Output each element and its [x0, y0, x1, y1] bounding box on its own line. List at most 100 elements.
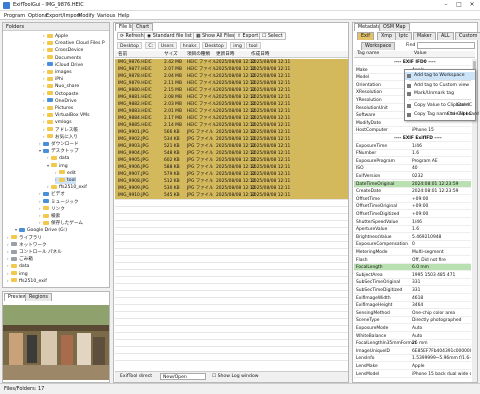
metadata-row[interactable]: ExifVersion 0232: [354, 173, 471, 180]
breadcrumb-item[interactable]: Desktop: [201, 42, 227, 49]
col-type[interactable]: 項目の種類: [187, 51, 210, 57]
breadcrumb-item[interactable]: Desktop: [117, 42, 142, 49]
metadata-row[interactable]: SensingMethod One-chip color area: [354, 310, 471, 317]
tab-chart[interactable]: Chart: [132, 23, 154, 31]
folder-tree-item[interactable]: › OneDrive: [43, 98, 77, 105]
file-row[interactable]: IMG_9881.HEIC 2.08 MB HEIC ファイル 2025/08/08 …: [115, 94, 348, 101]
file-row[interactable]: IMG_9904.JPG 548 KB JPG ファイル 2025/08/08 12:…: [115, 150, 348, 157]
metadata-row[interactable]: LensInfo 1.5399999~5.96mm f/1.6~2.4: [354, 355, 471, 363]
tab-regions[interactable]: Regions: [25, 293, 52, 301]
metadata-row[interactable]: BrightnessValue 5.469210948: [354, 234, 471, 241]
breadcrumb-item[interactable]: tool: [245, 42, 261, 49]
metadata-row[interactable]: SceneType Directly photographed: [354, 317, 471, 325]
metadata-row[interactable]: HostComputer iPhone 15: [354, 127, 471, 135]
file-row[interactable]: IMG_9906.JPG 588 KB JPG ファイル 2025/08/08 12:…: [115, 164, 348, 171]
folder-tree-item[interactable]: › CrossDevice: [43, 47, 83, 54]
menu-various[interactable]: Various: [97, 13, 115, 19]
file-row[interactable]: IMG_9885.HEIC 2.14 MB HEIC ファイル 2025/08/08 …: [115, 122, 348, 129]
file-row[interactable]: IMG_9876.HEIC 2.42 MB HEIC ファイル 2025/08/08 …: [115, 59, 348, 66]
file-row[interactable]: IMG_9910.JPG 545 KB JPG ファイル 2025/08/08 12:…: [115, 192, 348, 199]
metadata-row[interactable]: FocalLengthIn35mmFormat 26 mm: [354, 340, 471, 348]
metadata-row[interactable]: WhiteBalance Auto: [354, 333, 471, 340]
standard-file-list-button[interactable]: ◉ Standard file list: [144, 32, 195, 40]
folder-tree-item[interactable]: › ビデオ: [39, 191, 65, 198]
folder-tree-item[interactable]: › ダウンロード: [39, 141, 79, 148]
file-row[interactable]: IMG_9903.JPG 521 KB JPG ファイル 2025/08/08 12:…: [115, 143, 348, 150]
menu-help[interactable]: Help: [118, 13, 129, 19]
file-row[interactable]: IMG_9909.JPG 530 KB JPG ファイル 2025/08/08 12:…: [115, 185, 348, 192]
metadata-row[interactable]: ExposureProgram Program AE: [354, 158, 471, 165]
metadata-row[interactable]: FNumber 1.6: [354, 150, 471, 158]
metadata-row[interactable]: DateTimeOriginal 2024:08:01 12:23:59: [354, 180, 471, 188]
tab-osm-map[interactable]: OSM Map: [379, 23, 410, 31]
folder-tree-item[interactable]: › リンク: [39, 206, 65, 213]
col-size[interactable]: サイズ: [164, 51, 178, 57]
context-menu-item[interactable]: Copy Tag name to Clipboard Ctrl+Alt+C: [405, 111, 479, 119]
breadcrumb-item[interactable]: hnaks: [179, 42, 200, 49]
folder-tree-item[interactable]: › img: [7, 271, 28, 278]
folder-tree-item[interactable]: › Pictures: [43, 105, 73, 112]
folder-tree-item[interactable]: › images: [43, 69, 72, 76]
folder-tree-item[interactable]: › data: [7, 263, 29, 270]
folder-tree-item[interactable]: › vmlogs: [43, 119, 72, 126]
context-menu-item[interactable]: Mark/Unmark tag: [405, 90, 475, 98]
metadata-row[interactable]: FocalLength 6.0 mm: [354, 264, 471, 272]
subtab-iptc[interactable]: Iptc: [395, 32, 412, 40]
tab-workspace[interactable]: Workspace: [361, 42, 396, 50]
col-tag-name[interactable]: Tag name: [357, 51, 379, 56]
metadata-row[interactable]: LensModel iPhone 15 back dual wide ca: [354, 371, 471, 378]
folder-tree-item[interactable]: › ネットワーク: [7, 242, 47, 249]
show-log-checkbox[interactable]: ☐ Show Log window: [212, 374, 259, 379]
folder-tree-item[interactable]: ▾ デスクトップ: [39, 148, 79, 155]
file-row[interactable]: IMG_9901.JPG 566 KB JPG ファイル 2025/08/08 12:…: [115, 129, 348, 136]
metadata-row[interactable]: ExposureMode Auto: [354, 325, 471, 332]
col-name[interactable]: 名前: [118, 51, 127, 57]
folder-tree-item[interactable]: › tool: [55, 177, 76, 184]
menu-modify[interactable]: Modify: [78, 13, 95, 19]
metadata-row[interactable]: ExposureCompensation 0: [354, 241, 471, 249]
col-value[interactable]: Value: [414, 51, 427, 56]
folder-tree-item[interactable]: › iCloud Drive: [43, 62, 83, 69]
folder-tree-item[interactable]: › edit: [55, 170, 76, 177]
folder-tree-item[interactable]: › data: [47, 155, 69, 162]
metadata-row[interactable]: ApertureValue 1.6: [354, 226, 471, 234]
metadata-row[interactable]: CreateDate 2024:08:01 12:23:59: [354, 188, 471, 196]
close-button[interactable]: ✕: [466, 1, 478, 9]
folder-tree-item[interactable]: › VirtualBox VMs: [43, 112, 90, 119]
metadata-row[interactable]: SubjectArea 1995 1503 485 471: [354, 272, 471, 279]
menu-program[interactable]: Program: [4, 13, 25, 19]
metadata-section-header[interactable]: ---- EXIF IFD0 ----: [354, 59, 471, 66]
folder-tree-item[interactable]: › コントロール パネル: [7, 249, 62, 256]
subtab-xmp[interactable]: Xmp: [377, 32, 397, 40]
refresh-button[interactable]: ⟳ Refresh: [117, 32, 147, 40]
subtab-exif[interactable]: Exif: [357, 32, 374, 40]
file-row[interactable]: IMG_9907.JPG 579 KB JPG ファイル 2025/08/08 12:…: [115, 171, 348, 178]
folder-tree-item[interactable]: › 保存したゲーム: [39, 220, 83, 227]
breadcrumb-item[interactable]: Users: [157, 42, 177, 49]
file-row[interactable]: IMG_9877.HEIC 2.07 MB HEIC ファイル 2025/08/08 …: [115, 66, 348, 73]
col-created[interactable]: 作成日時: [251, 51, 269, 57]
metadata-row[interactable]: Flash Off, Did not fire: [354, 257, 471, 264]
folder-tree-item[interactable]: › お気に入り: [43, 134, 78, 141]
file-row[interactable]: IMG_9880.HEIC 2.15 MB HEIC ファイル 2025/08/08 …: [115, 87, 348, 94]
folder-tree-item[interactable]: › iPhi: [43, 76, 63, 83]
col-modified[interactable]: 更新日時: [216, 51, 234, 57]
menu-export-import[interactable]: Export/Import: [46, 13, 81, 19]
file-row[interactable]: IMG_9883.HEIC 2.01 MB HEIC ファイル 2025/08/08 …: [115, 108, 348, 115]
folder-tree-item[interactable]: › ごみ箱: [7, 256, 33, 263]
folder-tree-item[interactable]: › Creative Cloud Files P: [43, 40, 105, 47]
metadata-row[interactable]: ExposureTime 1/46: [354, 143, 471, 150]
folder-tree-item[interactable]: › 検索: [39, 213, 60, 220]
metadata-row[interactable]: ImageUniqueID 6E85EF7Fb404391c00000000: [354, 348, 471, 355]
find-input[interactable]: [417, 42, 475, 49]
subtab-custom[interactable]: Custom: [455, 32, 480, 40]
export-button[interactable]: ⇪ Export: [234, 32, 262, 40]
minimize-button[interactable]: –: [440, 1, 452, 9]
subtab-all[interactable]: ALL: [437, 32, 454, 40]
folder-tree-item[interactable]: › ffs2510_exif: [47, 184, 87, 191]
select-button[interactable]: ☐ Select: [259, 32, 286, 40]
metadata-row[interactable]: SubSecTimeOriginal 331: [354, 279, 471, 287]
folder-tree-item[interactable]: › Nuo_share: [43, 83, 79, 90]
metadata-row[interactable]: OffsetTimeOriginal +09:00: [354, 203, 471, 211]
file-row[interactable]: IMG_9908.JPG 512 KB JPG ファイル 2025/08/08 12:…: [115, 178, 348, 185]
